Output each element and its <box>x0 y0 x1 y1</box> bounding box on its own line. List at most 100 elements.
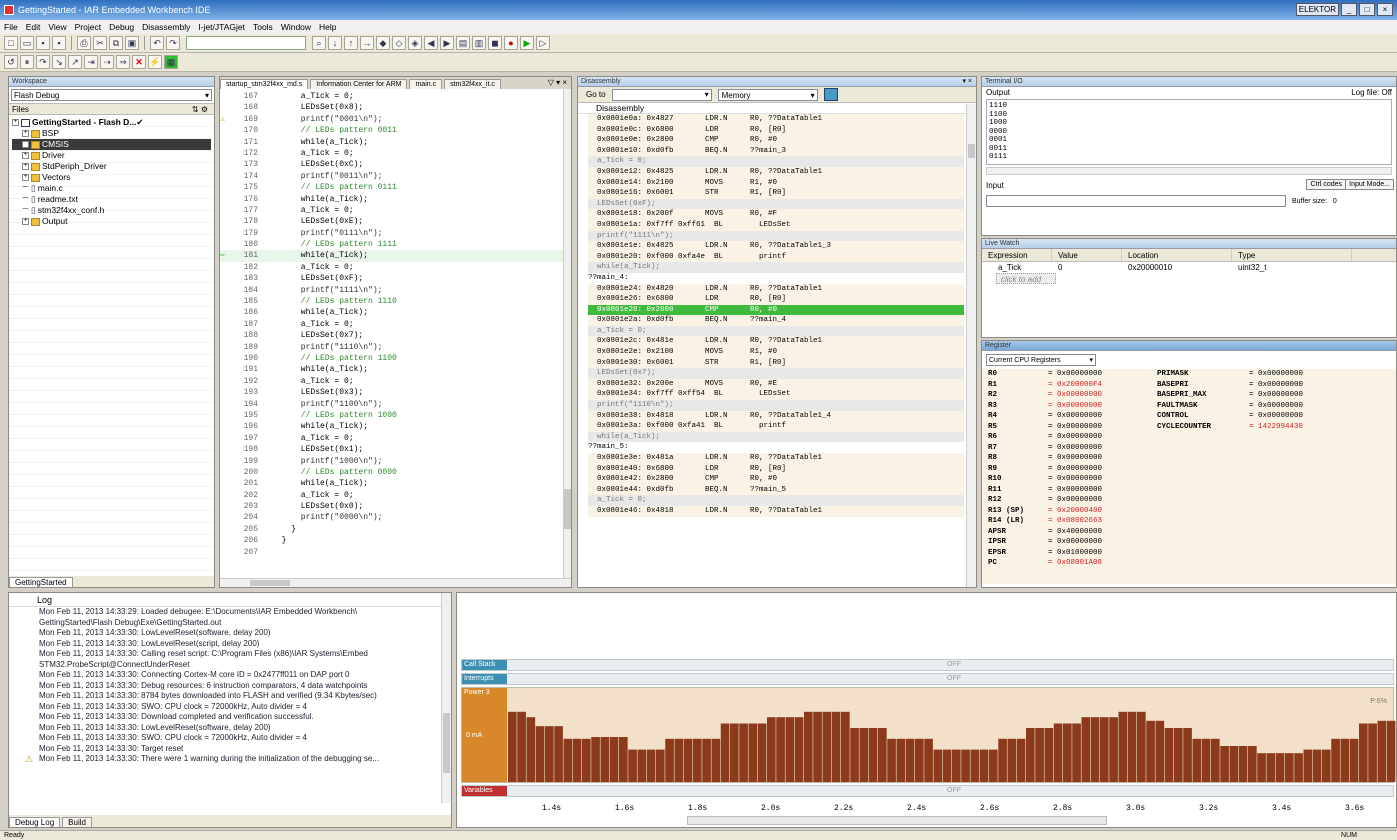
tree-item[interactable]: + StdPeriph_Driver <box>12 161 211 172</box>
navigate-forward-icon[interactable]: ▶ <box>440 36 454 50</box>
source-line[interactable]: while(a_Tick); <box>588 262 964 273</box>
register-row[interactable]: R13 (SP) = 0x20000400 <box>988 506 1157 517</box>
log-vscrollbar[interactable] <box>441 593 451 803</box>
menu-item-tools[interactable]: Tools <box>253 22 273 32</box>
register-row[interactable]: PC = 0x08001A08 <box>988 558 1157 569</box>
expand-icon[interactable]: + <box>22 218 29 225</box>
open-file-icon[interactable]: ▭ <box>20 36 34 50</box>
compile-icon[interactable]: ▤ <box>456 36 470 50</box>
asm-line[interactable]: 0x0801e1e: 0x4825 LDR.N R0, ??DataTable1… <box>588 241 964 252</box>
register-group-select[interactable]: Current CPU Registers ▾ <box>986 354 1096 366</box>
cut-icon[interactable]: ✂ <box>93 36 107 50</box>
register-row[interactable]: IPSR = 0x00000000 <box>988 537 1157 548</box>
paste-icon[interactable]: ▣ <box>125 36 139 50</box>
tab-gettingstarted[interactable]: GettingStarted <box>9 577 73 587</box>
register-row[interactable]: APSR = 0x40000000 <box>988 527 1157 538</box>
expand-icon[interactable]: + <box>12 119 19 126</box>
tab-log-debug-log[interactable]: Debug Log <box>9 817 61 827</box>
step-out-icon[interactable]: ↗ <box>68 55 82 69</box>
config-select[interactable]: Flash Debug ▾ <box>11 89 212 101</box>
register-row[interactable]: R14 (LR) = 0x08002663 <box>988 516 1157 527</box>
tab-log-build[interactable]: Build <box>62 817 92 827</box>
register-row[interactable]: CONTROL = 0x00000000 <box>1157 411 1387 422</box>
current-instruction[interactable]: 0x0801e28: 0x2800 CMP R0, #0 <box>588 304 964 316</box>
minimize-button[interactable]: _ <box>1341 3 1357 16</box>
log-view[interactable]: Mon Feb 11, 2013 14:33:29: Loaded debuge… <box>9 607 451 803</box>
undo-icon[interactable]: ↶ <box>150 36 164 50</box>
code-view[interactable]: 167 a_Tick = 0; 168 LEDsSet(0x8); ⚠ 169 pri… <box>220 89 571 558</box>
asm-line[interactable]: 0x0801e2e: 0x2100 MOVS R1, #0 <box>588 347 964 358</box>
register-row[interactable]: CYCLECOUNTER = 1422994430 <box>1157 422 1387 433</box>
asm-line[interactable]: 0x0801e30: 0x6001 STR R1, [R0] <box>588 358 964 369</box>
asm-line[interactable]: 0x0801e2c: 0x481e LDR.N R0, ??DataTable1 <box>588 336 964 347</box>
asm-line[interactable]: 0x0801e12: 0x4825 LDR.N R0, ??DataTable1 <box>588 167 964 178</box>
source-line[interactable]: while(a_Tick); <box>588 431 964 443</box>
find-icon[interactable]: ⌕ <box>312 36 326 50</box>
next-bookmark-icon[interactable]: ◇ <box>392 36 406 50</box>
goto-icon[interactable]: → <box>360 36 374 50</box>
source-line[interactable]: printf("1110\n"); <box>588 400 964 411</box>
register-row[interactable]: R0 = 0x00000000 <box>988 369 1157 380</box>
menu-item-help[interactable]: Help <box>319 22 336 32</box>
new-file-icon[interactable]: □ <box>4 36 18 50</box>
debug-no-download-icon[interactable]: ▷ <box>536 36 550 50</box>
register-row[interactable]: R12 = 0x00000000 <box>988 495 1157 506</box>
register-row[interactable]: R10 = 0x00000000 <box>988 474 1157 485</box>
tree-item[interactable]: + Driver <box>12 150 211 161</box>
tree-item[interactable]: + Vectors <box>12 172 211 183</box>
prev-bookmark-icon[interactable]: ◈ <box>408 36 422 50</box>
register-row[interactable]: R6 = 0x00000000 <box>988 432 1157 443</box>
timeline-row-variables[interactable]: Variables OFF <box>461 785 1394 797</box>
asm-line[interactable]: 0x0801e0e: 0x2800 CMP R0, #0 <box>588 135 964 146</box>
asm-label[interactable]: ??main_4: <box>588 272 964 284</box>
asm-line[interactable]: 0x0801e46: 0x4818 LDR.N R0, ??DataTable1 <box>588 506 964 517</box>
register-row[interactable]: EPSR = 0x01000000 <box>988 548 1157 559</box>
break-icon[interactable]: ⏸ <box>20 55 34 69</box>
menu-item-i-jet-jtagjet[interactable]: I-jet/JTAGjet <box>198 22 245 32</box>
disassembly-vscrollbar[interactable] <box>966 104 976 587</box>
step-over-icon[interactable]: ↷ <box>36 55 50 69</box>
asm-line[interactable]: 0x0801e44: 0xd0fb BEQ.N ??main_5 <box>588 485 964 496</box>
asm-line[interactable]: 0x0801e20: 0xf000 0xfa4e BL printf <box>588 252 964 263</box>
expand-icon[interactable]: — <box>22 206 29 214</box>
refresh-icon[interactable] <box>823 88 838 101</box>
menu-item-disassembly[interactable]: Disassembly <box>142 22 190 32</box>
close-window-button[interactable]: × <box>1377 3 1393 16</box>
register-row[interactable]: R1 = 0x200000F4 <box>988 380 1157 391</box>
find-next-icon[interactable]: ↓ <box>328 36 342 50</box>
asm-line[interactable]: 0x0801e1a: 0xf7ff 0xff61 BL LEDsSet <box>588 220 964 231</box>
step-into-icon[interactable]: ↘ <box>52 55 66 69</box>
go-icon[interactable]: ⇒ <box>116 55 130 69</box>
expand-icon[interactable]: — <box>22 184 29 192</box>
expand-icon[interactable]: + <box>22 152 29 159</box>
livewatch-column-header[interactable]: Location <box>1122 249 1232 261</box>
register-row[interactable]: BASEPRI = 0x00000000 <box>1157 380 1387 391</box>
asm-line[interactable]: 0x0801e40: 0x6800 LDR R0, [R0] <box>588 464 964 475</box>
terminal-input[interactable] <box>986 195 1286 207</box>
register-row[interactable]: R7 = 0x00000000 <box>988 443 1157 454</box>
menu-item-project[interactable]: Project <box>75 22 101 32</box>
register-row[interactable]: R3 = 0x00000000 <box>988 401 1157 412</box>
source-line[interactable]: a_Tick = 0; <box>588 156 964 167</box>
asm-line[interactable]: 0x0801e0c: 0x6800 LDR R0, [R0] <box>588 125 964 136</box>
register-row[interactable]: R2 = 0x00000000 <box>988 390 1157 401</box>
redo-icon[interactable]: ↷ <box>166 36 180 50</box>
register-row[interactable]: R8 = 0x00000000 <box>988 453 1157 464</box>
next-statement-icon[interactable]: ⇥ <box>84 55 98 69</box>
asm-label[interactable]: ??main_5: <box>588 442 964 453</box>
tree-item[interactable]: — ▯ stm32f4xx_conf.h <box>12 205 211 216</box>
navigate-back-icon[interactable]: ◀ <box>424 36 438 50</box>
save-all-icon[interactable]: ▪ <box>52 36 66 50</box>
memory-select[interactable]: Memory ▾ <box>717 88 818 101</box>
asm-line[interactable]: 0x0801e10: 0xd0fb BEQ.N ??main_3 <box>588 146 964 157</box>
asm-line[interactable]: 0x0801e34: 0xf7ff 0xff54 BL LEDsSet <box>588 389 964 400</box>
source-line[interactable]: printf("1111\n"); <box>588 230 964 242</box>
run-to-cursor-icon[interactable]: ⇢ <box>100 55 114 69</box>
tab-editor-file[interactable]: main.c <box>409 79 443 89</box>
register-row[interactable]: R5 = 0x00000000 <box>988 422 1157 433</box>
timeline-hscrollbar[interactable] <box>687 816 1107 825</box>
editor-close-icon[interactable]: ▽ ▾ × <box>548 78 567 87</box>
tree-item[interactable]: — ▯ readme.txt <box>12 194 211 205</box>
menu-item-debug[interactable]: Debug <box>109 22 134 32</box>
asm-line[interactable]: 0x0801e0a: 0x4827 LDR.N R0, ??DataTable1 <box>588 114 964 125</box>
